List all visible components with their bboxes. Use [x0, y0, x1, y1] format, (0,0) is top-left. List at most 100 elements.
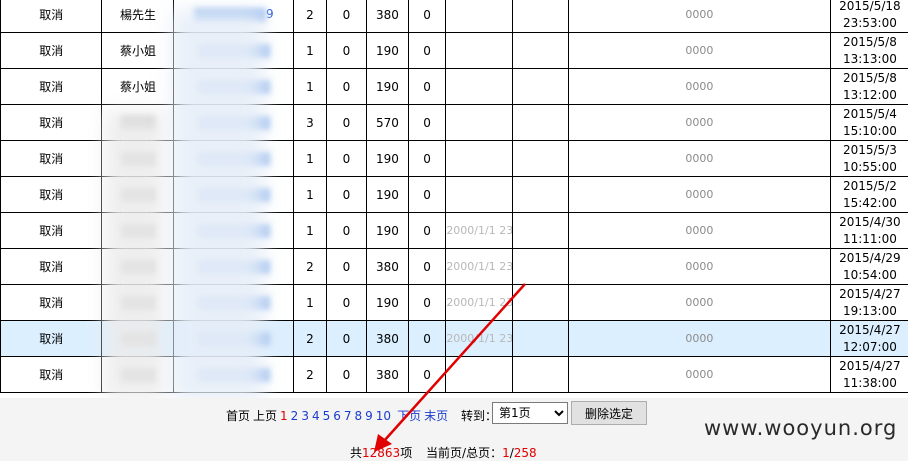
empty-cell — [513, 321, 569, 357]
cancel-button[interactable]: 取消 — [39, 332, 63, 346]
code-cell: 0000 — [569, 105, 831, 141]
zero-cell: 0 — [326, 321, 367, 357]
quantity-cell: 1 — [294, 69, 326, 105]
page-link-5[interactable]: 5 — [323, 409, 331, 423]
next-page-link[interactable]: 下页 — [397, 409, 421, 423]
zero-cell: 0 — [326, 357, 367, 393]
cancel-link[interactable]: 取消 — [1, 105, 102, 141]
cancel-button[interactable]: 取消 — [39, 296, 63, 310]
amount-cell: 190 — [367, 33, 409, 69]
zero-cell: 0 — [326, 141, 367, 177]
expire-time-cell — [446, 141, 513, 177]
fee-cell: 0 — [408, 0, 446, 33]
order-time: 15:42:00 — [831, 195, 908, 212]
cancel-button[interactable]: 取消 — [39, 368, 63, 382]
quantity-cell: 1 — [294, 177, 326, 213]
order-time-cell: 2015/4/3011:11:00 — [830, 213, 908, 249]
cancel-link[interactable]: 取消 — [1, 357, 102, 393]
last-page-link[interactable]: 末页 — [424, 409, 448, 423]
results-table-container: 取消楊先生920380000002015/5/1823:53:00取消蔡小姐10… — [0, 0, 908, 398]
expire-time-cell — [446, 357, 513, 393]
quantity-cell: 2 — [294, 321, 326, 357]
cancel-link[interactable]: 取消 — [1, 213, 102, 249]
code-cell: 0000 — [569, 321, 831, 357]
page-link-9[interactable]: 9 — [365, 409, 373, 423]
order-time-cell: 2015/5/215:42:00 — [830, 177, 908, 213]
fee-cell: 0 — [408, 177, 446, 213]
cancel-link[interactable]: 取消 — [1, 177, 102, 213]
amount-cell: 190 — [367, 141, 409, 177]
zero-cell: 0 — [326, 105, 367, 141]
cancel-link[interactable]: 取消 — [1, 69, 102, 105]
order-date: 2015/5/4 — [831, 106, 908, 123]
cancel-link[interactable]: 取消 — [1, 321, 102, 357]
order-time: 10:54:00 — [831, 267, 908, 284]
table-row[interactable]: 取消蔡小姐10190000002015/5/813:12:00 — [1, 69, 908, 105]
page-link-4[interactable]: 4 — [312, 409, 320, 423]
cancel-button[interactable]: 取消 — [39, 8, 63, 22]
delete-selected-button[interactable]: 删除选定 — [571, 401, 647, 425]
amount-cell: 380 — [367, 321, 409, 357]
order-date: 2015/4/27 — [831, 322, 908, 339]
order-date: 2015/4/30 — [831, 214, 908, 231]
order-time-cell: 2015/5/1823:53:00 — [830, 0, 908, 33]
fee-cell: 0 — [408, 285, 446, 321]
cancel-button[interactable]: 取消 — [39, 260, 63, 274]
amount-cell: 380 — [367, 0, 409, 33]
cancel-button[interactable]: 取消 — [39, 224, 63, 238]
zero-cell: 0 — [326, 0, 367, 33]
empty-cell — [513, 69, 569, 105]
order-date: 2015/5/3 — [831, 142, 908, 159]
order-date: 2015/5/2 — [831, 178, 908, 195]
cancel-link[interactable]: 取消 — [1, 285, 102, 321]
cancel-button[interactable]: 取消 — [39, 116, 63, 130]
quantity-cell: 2 — [294, 0, 326, 33]
table-row[interactable]: 取消楊先生920380000002015/5/1823:53:00 — [1, 0, 908, 33]
cancel-link[interactable]: 取消 — [1, 141, 102, 177]
expire-time-cell — [446, 0, 513, 33]
cancel-button[interactable]: 取消 — [39, 188, 63, 202]
order-time-cell: 2015/4/2711:38:00 — [830, 357, 908, 393]
quantity-cell: 1 — [294, 141, 326, 177]
cancel-link[interactable]: 取消 — [1, 0, 102, 33]
page-link-2[interactable]: 2 — [291, 409, 299, 423]
order-time-cell: 2015/4/2910:54:00 — [830, 249, 908, 285]
page-link-8[interactable]: 8 — [355, 409, 363, 423]
current-page: 1 — [280, 409, 288, 423]
zero-cell: 0 — [326, 177, 367, 213]
fee-cell: 0 — [408, 249, 446, 285]
amount-cell: 380 — [367, 249, 409, 285]
customer-name: 蔡小姐 — [102, 33, 174, 69]
expire-time-cell — [446, 177, 513, 213]
order-time: 11:38:00 — [831, 375, 908, 392]
quantity-cell: 1 — [294, 213, 326, 249]
order-time: 10:55:00 — [831, 159, 908, 176]
table-row[interactable]: 取消蔡小姐10190000002015/5/813:13:00 — [1, 33, 908, 69]
order-date: 2015/5/8 — [831, 34, 908, 51]
page-link-7[interactable]: 7 — [344, 409, 352, 423]
goto-page-select[interactable]: 第1页 — [492, 402, 568, 424]
order-time: 11:11:00 — [831, 231, 908, 248]
cancel-link[interactable]: 取消 — [1, 249, 102, 285]
empty-cell — [513, 0, 569, 33]
order-time: 13:12:00 — [831, 87, 908, 104]
page-link-6[interactable]: 6 — [333, 409, 341, 423]
page-link-10[interactable]: 10 — [376, 409, 391, 423]
first-page-link[interactable]: 首页 — [226, 409, 250, 423]
empty-cell — [513, 249, 569, 285]
order-time: 19:13:00 — [831, 303, 908, 320]
amount-cell: 380 — [367, 357, 409, 393]
page-link-3[interactable]: 3 — [301, 409, 309, 423]
expire-time-cell — [446, 33, 513, 69]
cancel-button[interactable]: 取消 — [39, 152, 63, 166]
customer-name: 蔡小姐 — [102, 69, 174, 105]
cancel-button[interactable]: 取消 — [39, 44, 63, 58]
prev-page-link[interactable]: 上页 — [253, 409, 277, 423]
zero-cell: 0 — [326, 69, 367, 105]
cancel-button[interactable]: 取消 — [39, 80, 63, 94]
expire-time-cell — [446, 105, 513, 141]
watermark: www.wooyun.org — [704, 416, 897, 440]
cancel-link[interactable]: 取消 — [1, 33, 102, 69]
order-time: 15:10:00 — [831, 123, 908, 140]
order-time: 12:07:00 — [831, 339, 908, 356]
